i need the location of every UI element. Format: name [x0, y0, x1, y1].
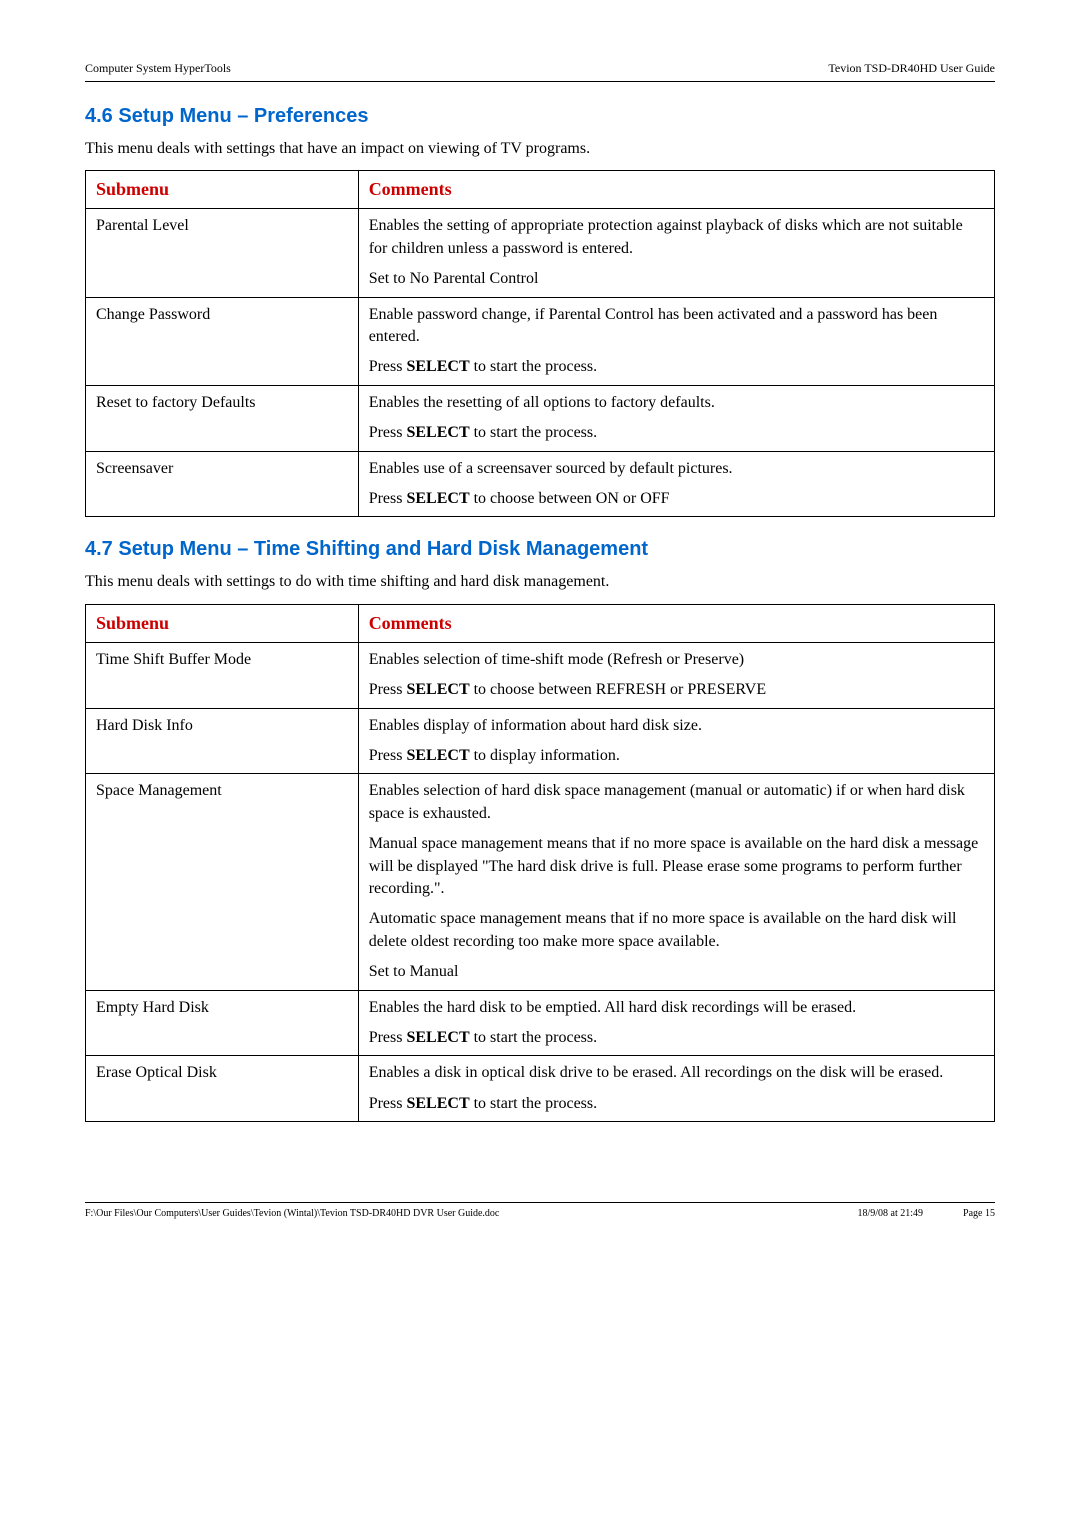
comment-text: Manual space management means that if no…: [369, 833, 984, 900]
comments-cell: Enables a disk in optical disk drive to …: [358, 1056, 994, 1122]
submenu-cell: Space Management: [86, 774, 359, 990]
submenu-cell: Time Shift Buffer Mode: [86, 642, 359, 708]
table-row: Space Management Enables selection of ha…: [86, 774, 995, 990]
timeshift-table: Submenu Comments Time Shift Buffer Mode …: [85, 604, 995, 1122]
submenu-cell: Erase Optical Disk: [86, 1056, 359, 1122]
table-row: Reset to factory Defaults Enables the re…: [86, 385, 995, 451]
comment-text: Press SELECT to start the process.: [369, 356, 984, 378]
table-row: Parental Level Enables the setting of ap…: [86, 209, 995, 297]
comment-text: Set to Manual: [369, 961, 984, 983]
comment-text: Set to No Parental Control: [369, 268, 984, 290]
section-intro-timeshift: This menu deals with settings to do with…: [85, 571, 995, 593]
comment-text: Enables the setting of appropriate prote…: [369, 215, 984, 260]
comment-text: Press SELECT to start the process.: [369, 1027, 984, 1049]
submenu-cell: Parental Level: [86, 209, 359, 297]
preferences-table: Submenu Comments Parental Level Enables …: [85, 170, 995, 517]
table-row: Time Shift Buffer Mode Enables selection…: [86, 642, 995, 708]
col-header-comments: Comments: [358, 604, 994, 642]
col-header-submenu: Submenu: [86, 171, 359, 209]
comments-cell: Enables use of a screensaver sourced by …: [358, 451, 994, 517]
comments-cell: Enables the resetting of all options to …: [358, 385, 994, 451]
submenu-cell: Hard Disk Info: [86, 708, 359, 774]
table-row: Hard Disk Info Enables display of inform…: [86, 708, 995, 774]
comments-cell: Enables selection of hard disk space man…: [358, 774, 994, 990]
table-row: Empty Hard Disk Enables the hard disk to…: [86, 990, 995, 1056]
comment-text: Enables selection of time-shift mode (Re…: [369, 649, 984, 671]
footer-path: F:\Our Files\Our Computers\User Guides\T…: [85, 1207, 817, 1221]
section-intro-preferences: This menu deals with settings that have …: [85, 138, 995, 160]
comments-cell: Enables the setting of appropriate prote…: [358, 209, 994, 297]
submenu-cell: Screensaver: [86, 451, 359, 517]
col-header-submenu: Submenu: [86, 604, 359, 642]
comments-cell: Enables display of information about har…: [358, 708, 994, 774]
comment-text: Enables the hard disk to be emptied. All…: [369, 997, 984, 1019]
comment-text: Enables selection of hard disk space man…: [369, 780, 984, 825]
comment-text: Enable password change, if Parental Cont…: [369, 304, 984, 349]
submenu-cell: Change Password: [86, 297, 359, 385]
comments-cell: Enable password change, if Parental Cont…: [358, 297, 994, 385]
section-heading-timeshift: 4.7 Setup Menu – Time Shifting and Hard …: [85, 535, 995, 563]
comment-text: Press SELECT to display information.: [369, 745, 984, 767]
table-row: Erase Optical Disk Enables a disk in opt…: [86, 1056, 995, 1122]
table-header-row: Submenu Comments: [86, 604, 995, 642]
header-right: Tevion TSD-DR40HD User Guide: [828, 60, 995, 77]
submenu-cell: Empty Hard Disk: [86, 990, 359, 1056]
comment-text: Enables a disk in optical disk drive to …: [369, 1062, 984, 1084]
comment-text: Enables the resetting of all options to …: [369, 392, 984, 414]
comment-text: Press SELECT to start the process.: [369, 422, 984, 444]
comment-text: Press SELECT to choose between ON or OFF: [369, 488, 984, 510]
table-row: Change Password Enable password change, …: [86, 297, 995, 385]
footer-page: Page 15: [963, 1207, 995, 1221]
header-left: Computer System HyperTools: [85, 60, 231, 77]
comment-text: Automatic space management means that if…: [369, 908, 984, 953]
comment-text: Press SELECT to choose between REFRESH o…: [369, 679, 984, 701]
comment-text: Enables use of a screensaver sourced by …: [369, 458, 984, 480]
footer-date: 18/9/08 at 21:49: [857, 1207, 923, 1221]
page-header: Computer System HyperTools Tevion TSD-DR…: [85, 60, 995, 82]
section-heading-preferences: 4.6 Setup Menu – Preferences: [85, 102, 995, 130]
comments-cell: Enables the hard disk to be emptied. All…: [358, 990, 994, 1056]
table-header-row: Submenu Comments: [86, 171, 995, 209]
col-header-comments: Comments: [358, 171, 994, 209]
submenu-cell: Reset to factory Defaults: [86, 385, 359, 451]
comment-text: Press SELECT to start the process.: [369, 1093, 984, 1115]
comment-text: Enables display of information about har…: [369, 715, 984, 737]
page-footer: F:\Our Files\Our Computers\User Guides\T…: [85, 1202, 995, 1221]
comments-cell: Enables selection of time-shift mode (Re…: [358, 642, 994, 708]
table-row: Screensaver Enables use of a screensaver…: [86, 451, 995, 517]
